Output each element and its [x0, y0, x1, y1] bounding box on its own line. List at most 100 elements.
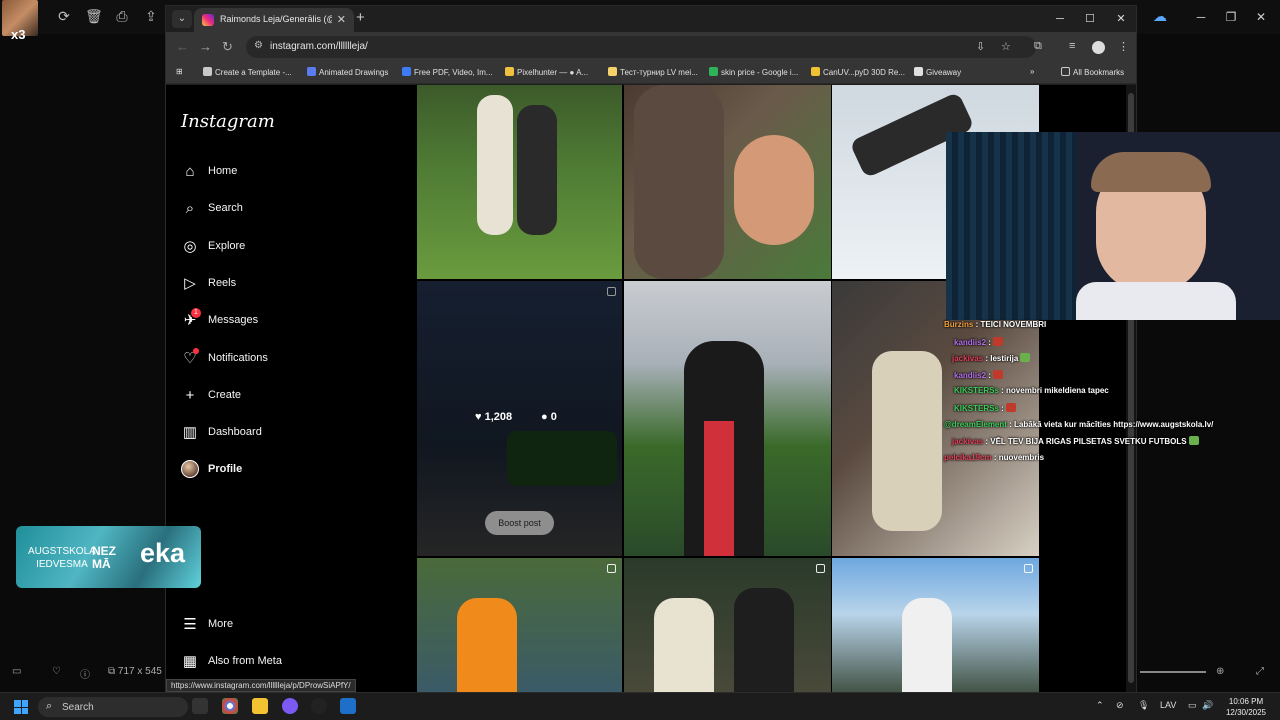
chat-username: kandiis2 — [954, 370, 987, 380]
nav-also-from-meta[interactable]: ▦ Also from Meta — [181, 652, 381, 674]
volume-icon[interactable]: 🔊 — [1202, 700, 1213, 711]
monitor-icon[interactable]: ▭ — [1188, 700, 1197, 711]
emote-icon — [992, 369, 1003, 379]
mic-icon[interactable]: 🎙 — [1138, 700, 1149, 711]
bookmark-item[interactable]: Free PDF, Video, Im... — [402, 67, 493, 77]
reload-icon[interactable]: ↻ — [222, 39, 233, 55]
post-9[interactable] — [832, 558, 1039, 693]
chrome-icon[interactable] — [222, 698, 238, 714]
maximize-button[interactable]: ☐ — [1076, 10, 1104, 28]
zoom-in-icon[interactable]: ⊕ — [1216, 666, 1224, 677]
tab-search-button[interactable]: ⌄ — [172, 10, 192, 28]
bookmark-item[interactable]: CanUV...pyD 30D Re... — [811, 67, 905, 77]
taskbar-search[interactable]: ⌕ Search — [38, 697, 188, 717]
site-info-icon[interactable]: ⚙ — [254, 40, 263, 51]
back-icon[interactable]: ← — [176, 39, 189, 54]
zoom-slider[interactable] — [1140, 671, 1206, 673]
profile-icon[interactable] — [1092, 41, 1105, 54]
discord-icon[interactable] — [282, 698, 298, 714]
file-explorer-icon[interactable] — [252, 698, 268, 714]
post-8[interactable] — [624, 558, 831, 693]
nav-more[interactable]: ☰ More — [181, 615, 381, 637]
nav-reels[interactable]: ▷ Reels — [181, 274, 381, 296]
post-2[interactable] — [624, 85, 831, 279]
post-5-scarf — [704, 421, 734, 556]
stream-chat: Burzins : TEICI NOVEMBRI kandiis2 : jackiv… — [944, 318, 1280, 468]
bookmark-item[interactable]: Animated Drawings — [307, 67, 388, 77]
app-icon[interactable] — [340, 698, 356, 714]
post-7[interactable] — [417, 558, 622, 693]
sponsor-logo-right: eka — [140, 538, 186, 568]
all-bookmarks[interactable]: All Bookmarks — [1061, 67, 1124, 77]
boost-post-button[interactable]: Boost post — [485, 511, 554, 535]
tray-chevron-icon[interactable]: ⌃ — [1096, 700, 1104, 711]
instagram-logo[interactable]: Instagram — [181, 111, 275, 132]
bookmark-item[interactable]: Тест-турнир LV mei... — [608, 67, 698, 77]
network-off-icon[interactable]: ⊘ — [1116, 700, 1124, 711]
bookmark-item[interactable]: skin price - Google i... — [709, 67, 798, 77]
chat-text: : nuovembris — [993, 452, 1045, 462]
media-icon[interactable]: ≡ — [1069, 40, 1075, 52]
chat-message: jackivas : VĒL TEV BIJA RIGAS PILSETAS S… — [952, 436, 1199, 446]
post-2-elephant — [634, 85, 724, 279]
heart-outline-icon[interactable]: ♡ — [52, 666, 61, 677]
address-bar[interactable]: ⚙ instagram.com/lllllleja/ ⇩ ☆ — [246, 36, 1036, 58]
share-icon[interactable]: ⇪ — [143, 8, 159, 24]
bookmarks-overflow-icon[interactable]: » — [1030, 67, 1034, 76]
comments-value: 0 — [550, 411, 557, 423]
tab-close-icon[interactable]: ✕ — [337, 13, 346, 26]
obs-icon[interactable] — [311, 698, 327, 714]
minimize-button[interactable]: ─ — [1046, 10, 1074, 28]
nav-search[interactable]: ⌕ Search — [181, 199, 381, 221]
language-indicator[interactable]: LAV — [1160, 700, 1176, 710]
carousel-icon — [816, 564, 825, 573]
info-icon[interactable]: ⓘ — [80, 666, 90, 681]
cloud-off-icon[interactable]: ☁ — [1152, 8, 1168, 24]
nav-notifications[interactable]: ♡ Notifications — [181, 347, 381, 371]
apps-grid-icon[interactable]: ⊞ — [176, 67, 183, 76]
screen-icon[interactable]: ▭ — [12, 666, 21, 677]
sponsor-logo: AUGSTSKOLA IEDVESMA NEZ MĀ eka — [16, 526, 201, 588]
bookmark-favicon-icon — [608, 67, 617, 76]
task-view-icon[interactable] — [192, 698, 208, 714]
image-dimensions: ⧉ 717 x 545 — [108, 666, 162, 677]
nav-label: Search — [208, 202, 243, 215]
instagram-favicon-icon — [202, 14, 214, 26]
windows-start-icon[interactable] — [14, 700, 28, 714]
clock[interactable]: 10:06 PM 12/30/2025 — [1216, 696, 1276, 718]
nav-profile[interactable]: Profile — [181, 460, 381, 482]
new-tab-button[interactable]: + — [356, 9, 365, 26]
bookmark-star-icon[interactable]: ☆ — [1001, 40, 1011, 53]
install-app-icon[interactable]: ⇩ — [976, 40, 985, 53]
print-icon[interactable]: ⎙ — [114, 8, 130, 24]
chat-username: @dreamElement — [944, 419, 1007, 429]
url-text: instagram.com/lllllleja/ — [270, 41, 368, 52]
post-4[interactable]: ♥ 1,208 ● 0 Boost post — [417, 281, 622, 556]
rotate-icon[interactable]: ⟳ — [56, 8, 72, 24]
post-6-person — [872, 351, 942, 531]
post-5[interactable] — [624, 281, 831, 556]
bookmark-item[interactable]: Create a Template -... — [203, 67, 292, 77]
image-dimensions-value: 717 x 545 — [117, 666, 162, 677]
tab-instagram[interactable]: Raimonds Leja/Generālis (@lllll ✕ — [194, 8, 354, 32]
bookmark-item[interactable]: Giveaway — [914, 67, 961, 77]
forward-icon[interactable]: → — [199, 39, 212, 54]
nav-messages[interactable]: ✈ 1 Messages — [181, 308, 381, 333]
post-1[interactable] — [417, 85, 622, 279]
bookmark-item[interactable]: Pixelhunter — ● A... — [505, 67, 588, 77]
fullscreen-icon[interactable]: ⤢ — [1256, 666, 1264, 677]
trash-icon[interactable]: 🗑 — [85, 8, 103, 24]
nav-home[interactable]: ⌂ Home — [181, 162, 381, 184]
outer-close-button[interactable]: ✕ — [1250, 8, 1272, 26]
nav-explore[interactable]: ◎ Explore — [181, 237, 381, 259]
menu-icon[interactable]: ⋮ — [1118, 40, 1129, 53]
desktop: x3 ⟳ 🗑 ⎙ ⇪ ☁ ─ ❐ ✕ ⌄ Raimonds Leja/Gener… — [0, 0, 1280, 693]
nav-dashboard[interactable]: ▥ Dashboard — [181, 423, 381, 445]
close-button[interactable]: ✕ — [1107, 10, 1135, 28]
chat-username: jackivas — [952, 437, 984, 447]
outer-minimize-button[interactable]: ─ — [1190, 8, 1212, 26]
nav-create[interactable]: + Create — [181, 386, 381, 408]
extensions-icon[interactable]: ⧉ — [1034, 40, 1042, 53]
post-2-face — [734, 135, 814, 245]
outer-maximize-button[interactable]: ❐ — [1220, 8, 1242, 26]
